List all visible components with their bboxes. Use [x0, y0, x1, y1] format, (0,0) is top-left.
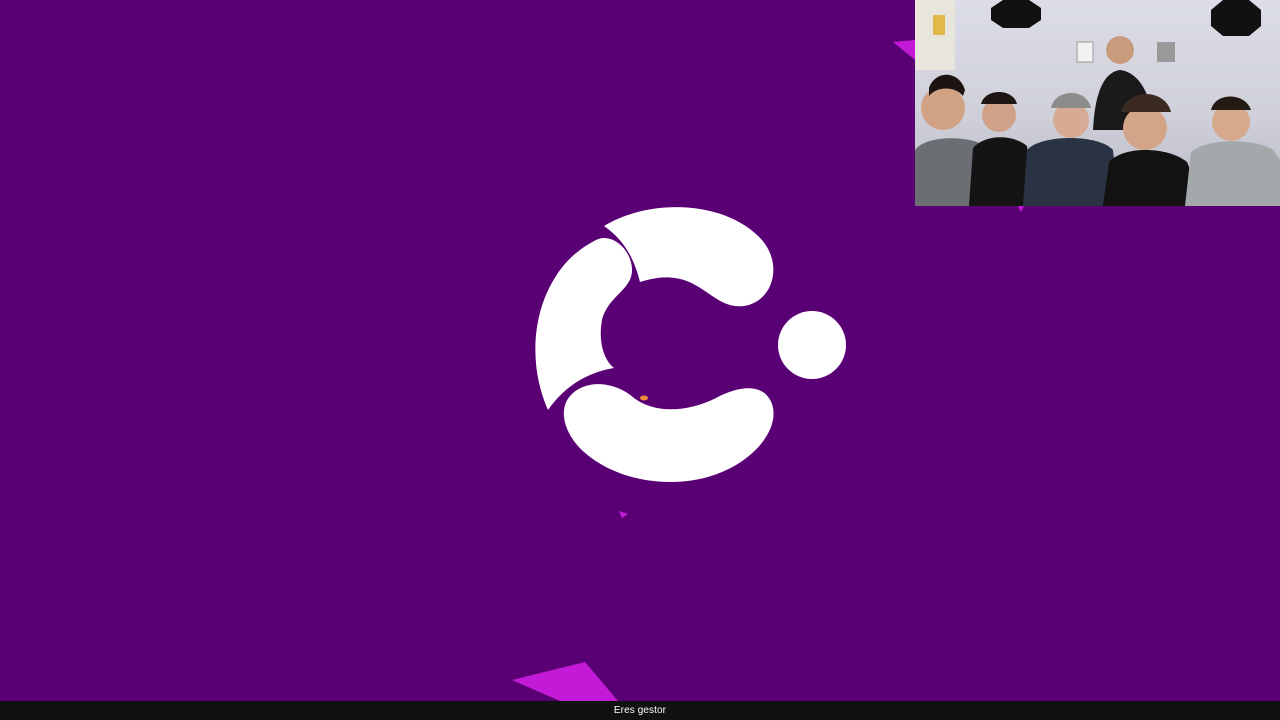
person-1-head: [921, 86, 965, 130]
person-standing-head: [1106, 36, 1134, 64]
wall-plaque-left: [1076, 41, 1094, 63]
caption-bar: Eres gestor: [0, 701, 1280, 720]
video-stage: [0, 0, 1280, 701]
person-4-head: [1123, 106, 1167, 150]
shelf-item: [933, 15, 945, 35]
person-2-body: [969, 137, 1033, 206]
logo-dot: [778, 311, 846, 379]
person-2-hair: [981, 92, 1017, 104]
logo-segment-bottom: [563, 384, 774, 483]
hexagon-decor-right: [1211, 0, 1261, 36]
wall-plaque-right: [1157, 42, 1175, 62]
person-5-body: [1185, 141, 1280, 206]
hexagon-decor-left: [991, 0, 1041, 28]
logo-speck: [640, 395, 648, 401]
people-group-overlay: [915, 0, 1280, 206]
person-3-hair: [1051, 93, 1091, 108]
caption-text: Eres gestor: [613, 705, 667, 716]
person-5-hair: [1211, 96, 1251, 110]
logo-segment-left: [535, 238, 632, 410]
logo-segment-top: [604, 207, 774, 307]
webcam-overlay: [915, 0, 1280, 206]
